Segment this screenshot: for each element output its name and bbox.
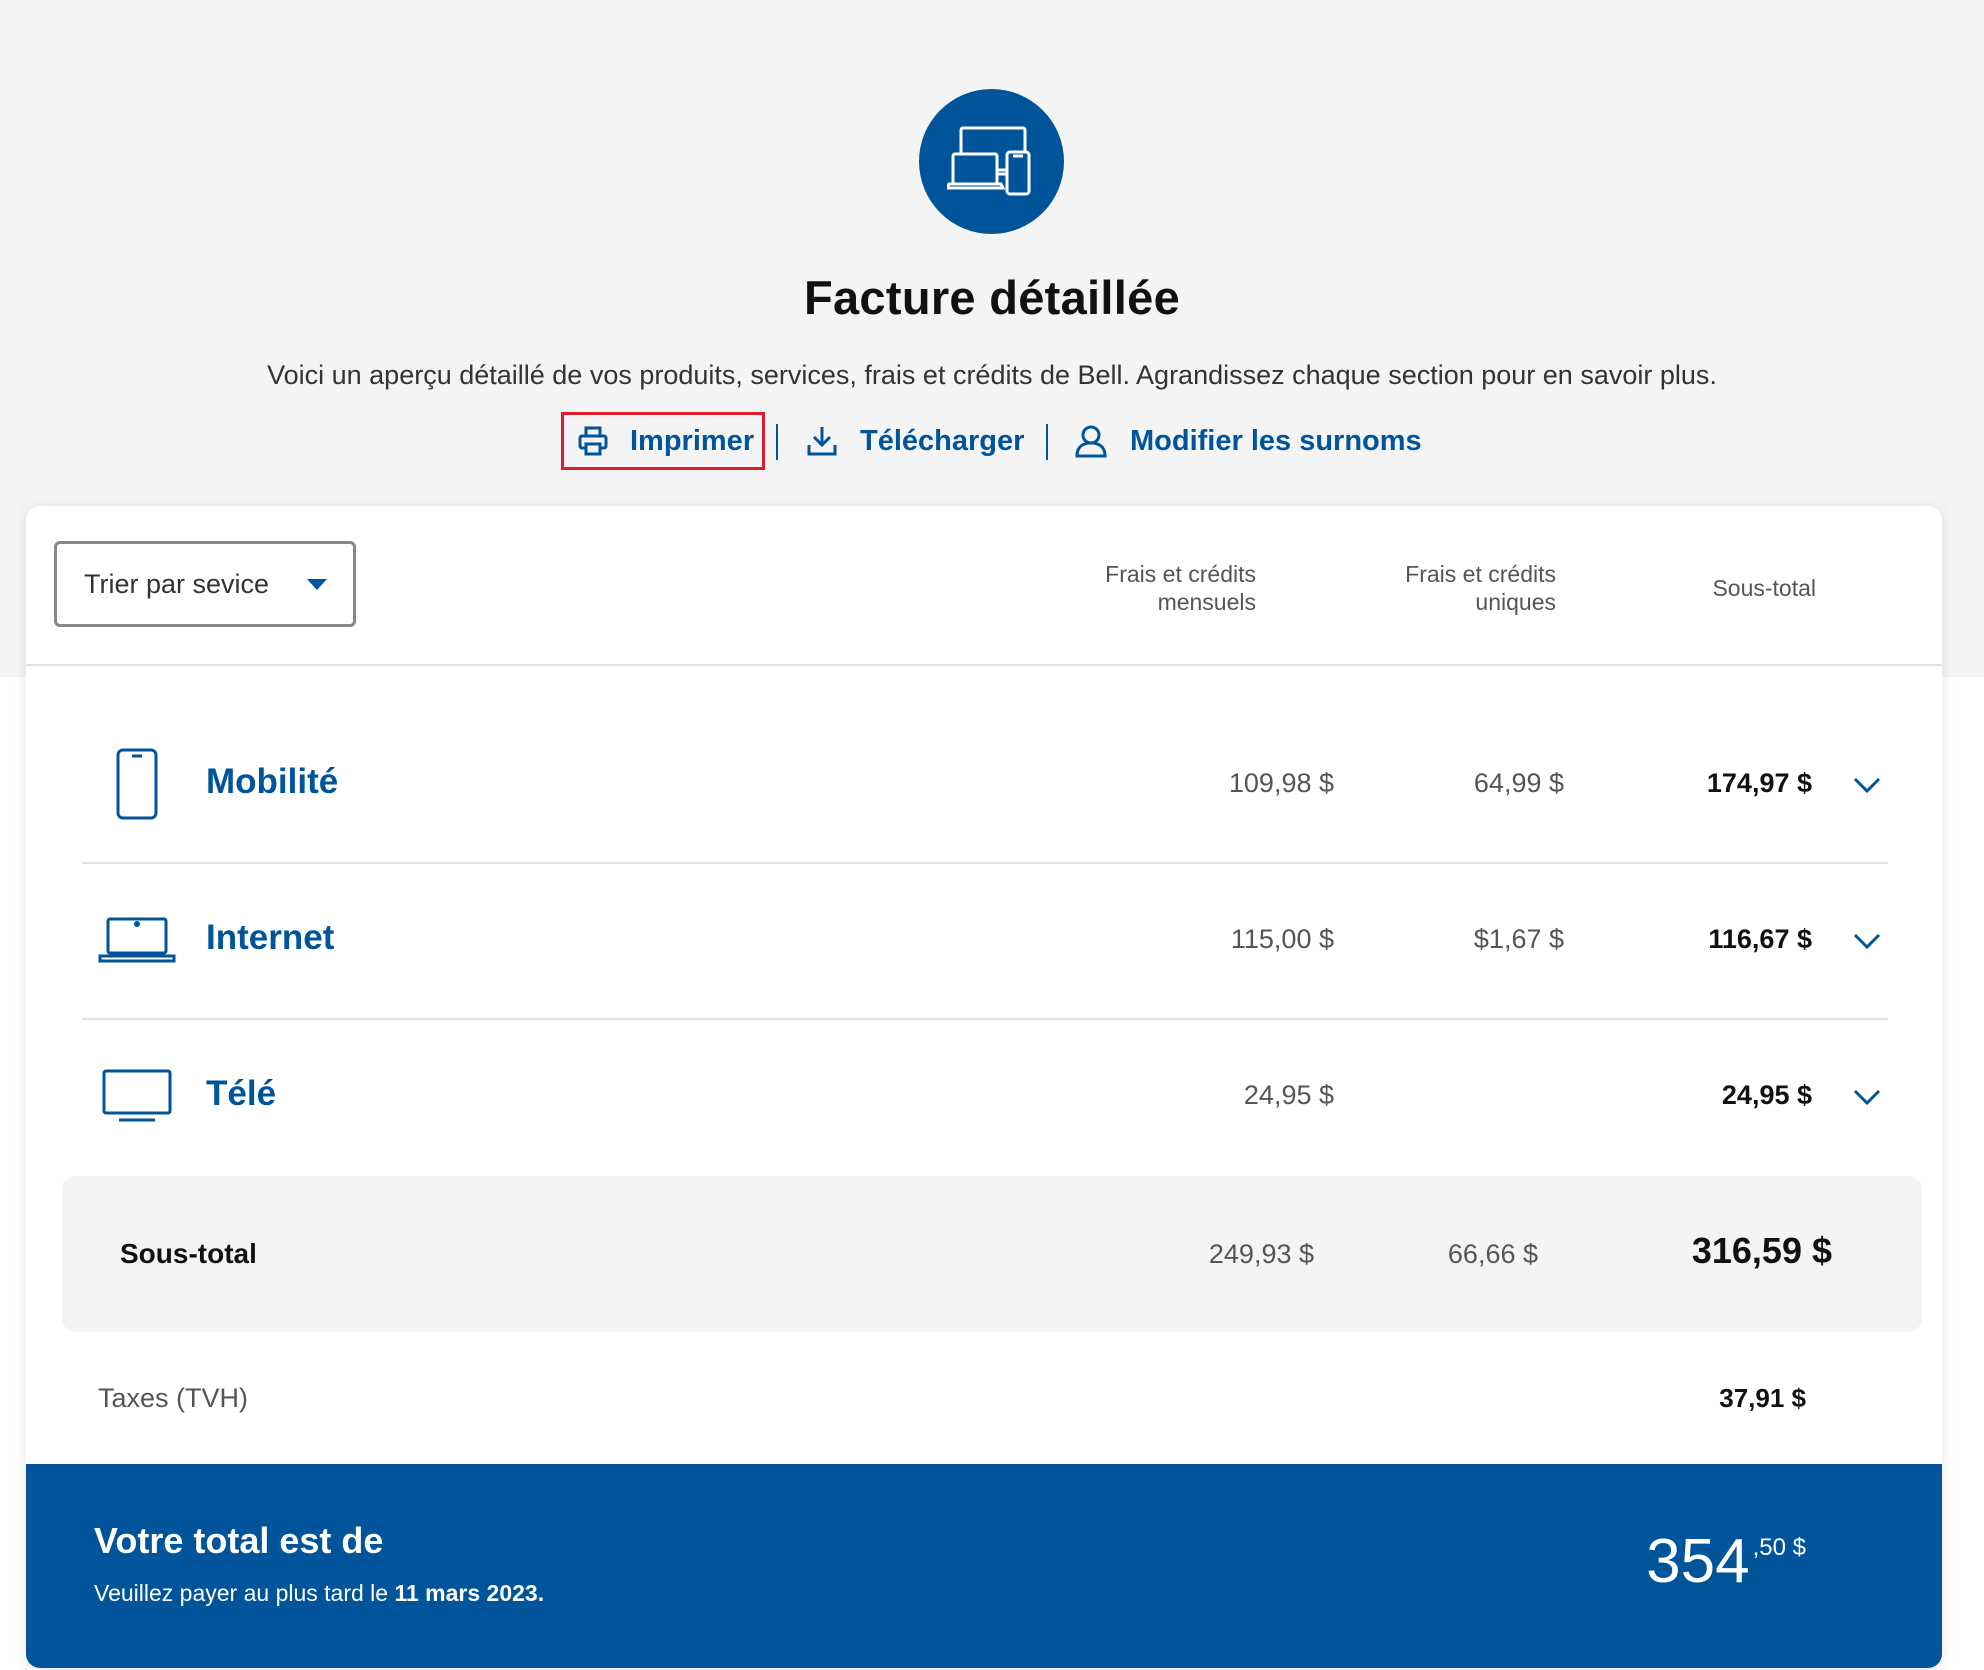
divider — [776, 424, 778, 460]
page-title: Facture détaillée — [803, 271, 1181, 324]
user-icon — [1074, 424, 1108, 458]
service-row-internet[interactable]: Internet 115,00 $ $1,67 $ 116,67 $ — [82, 862, 1888, 1020]
onetime-amount: $1,67 $ — [1473, 924, 1564, 954]
column-header-monthly-line1: Frais et crédits — [1105, 561, 1256, 587]
page-subtitle: Voici un aperçu détaillé de vos produits… — [267, 360, 1717, 390]
column-header-onetime-line1: Frais et crédits — [1405, 561, 1556, 587]
total-amount-cents: ,50 $ — [1752, 1534, 1806, 1561]
column-header-subtotal: Sous-total — [1712, 575, 1816, 601]
edit-nicknames-label: Modifier les surnoms — [1130, 424, 1422, 457]
edit-nicknames-button[interactable]: Modifier les surnoms — [1074, 412, 1422, 470]
subtotal-onetime: 66,66 $ — [1447, 1239, 1538, 1269]
print-button[interactable]: Imprimer — [561, 412, 765, 470]
caret-down-icon — [307, 579, 327, 590]
subtotal-amount: 174,97 $ — [1706, 768, 1812, 798]
subtotal-total: 316,59 $ — [1691, 1230, 1832, 1271]
smartphone-icon — [82, 706, 192, 862]
devices-icon — [919, 89, 1064, 234]
total-banner: Votre total est de Veuillez payer au plu… — [26, 1464, 1942, 1668]
subtotal-row: Sous-total 249,93 $ 66,66 $ 316,59 $ — [62, 1176, 1922, 1332]
download-button[interactable]: Télécharger — [806, 412, 1024, 470]
laptop-icon — [82, 862, 192, 1018]
service-row-tv[interactable]: Télé 24,95 $ 24,95 $ — [82, 1018, 1888, 1174]
service-name: Télé — [206, 1074, 277, 1113]
service-name: Internet — [206, 918, 335, 957]
action-bar: Imprimer Télécharger Modifier les surnom… — [0, 412, 1984, 472]
sort-label: Trier par sevice — [84, 568, 270, 599]
total-amount-integer: 354 — [1646, 1527, 1750, 1596]
subtotal-amount: 24,95 $ — [1721, 1080, 1812, 1110]
column-header-onetime: Frais et crédits uniques — [1316, 560, 1556, 616]
total-title: Votre total est de — [94, 1520, 384, 1561]
payment-due-note: Veuillez payer au plus tard le 11 mars 2… — [94, 1580, 544, 1607]
payment-due-prefix: Veuillez payer au plus tard le — [94, 1580, 395, 1606]
table-header: Trier par sevice Frais et crédits mensue… — [26, 506, 1942, 666]
download-icon — [806, 425, 838, 457]
taxes-amount: 37,91 $ — [1719, 1383, 1806, 1413]
print-label: Imprimer — [630, 424, 755, 457]
chevron-down-icon[interactable] — [1850, 924, 1884, 958]
service-row-mobility[interactable]: Mobilité 109,98 $ 64,99 $ 174,97 $ — [82, 706, 1888, 864]
divider — [1046, 424, 1048, 460]
column-header-monthly: Frais et crédits mensuels — [1016, 560, 1256, 616]
sort-by-service-dropdown[interactable]: Trier par sevice — [54, 541, 356, 627]
payment-due-date: 11 mars 2023. — [394, 1580, 545, 1606]
tv-icon — [82, 1018, 192, 1174]
taxes-label: Taxes (TVH) — [98, 1383, 249, 1413]
onetime-amount: 64,99 $ — [1473, 768, 1564, 798]
monthly-amount: 115,00 $ — [1230, 924, 1334, 954]
column-header-onetime-line2: uniques — [1475, 589, 1556, 615]
service-name: Mobilité — [206, 762, 339, 801]
download-label: Télécharger — [860, 424, 1025, 457]
chevron-down-icon[interactable] — [1850, 1080, 1884, 1114]
column-header-monthly-line2: mensuels — [1157, 589, 1256, 615]
subtotal-label: Sous-total — [120, 1238, 257, 1269]
monthly-amount: 109,98 $ — [1228, 768, 1334, 798]
total-amount: 354,50 $ — [1526, 1526, 1806, 1597]
subtotal-amount: 116,67 $ — [1708, 924, 1812, 954]
printer-icon — [578, 426, 608, 456]
bill-card: Trier par sevice Frais et crédits mensue… — [26, 506, 1942, 1668]
subtotal-monthly: 249,93 $ — [1208, 1239, 1314, 1269]
monthly-amount: 24,95 $ — [1243, 1080, 1334, 1110]
chevron-down-icon[interactable] — [1850, 768, 1884, 802]
